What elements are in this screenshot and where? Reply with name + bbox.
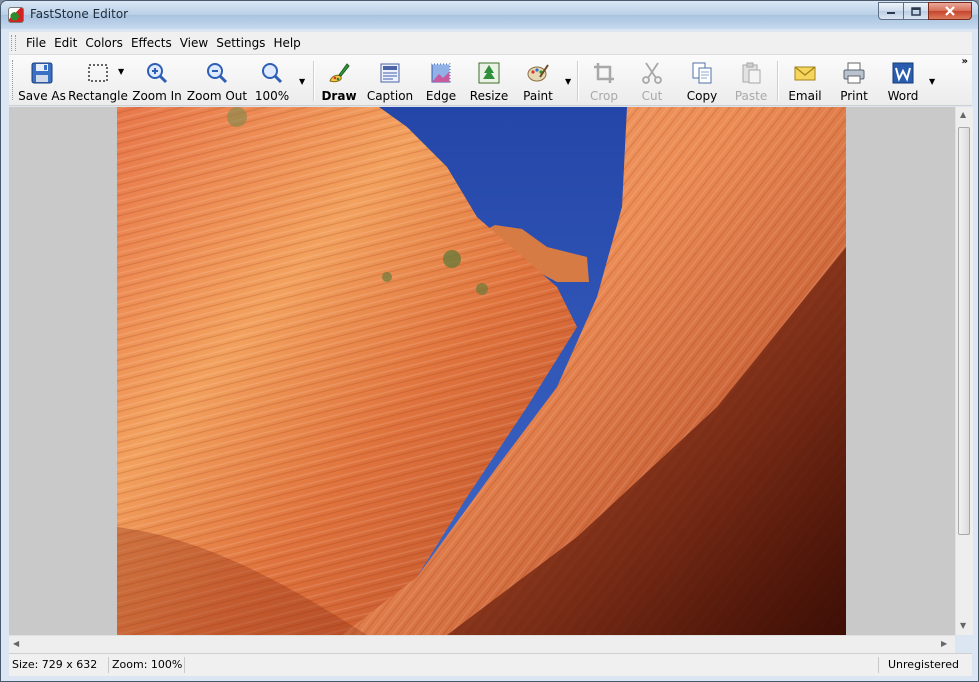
paste-label: Paste [734, 89, 768, 103]
title-bar: FastStone Editor [1, 1, 978, 29]
toolbar-grip[interactable] [12, 60, 16, 100]
caption-label: Caption [366, 89, 414, 103]
status-image-size: Size: 729 x 632 [9, 657, 109, 673]
image-canvas[interactable] [9, 107, 955, 635]
copy-button[interactable]: Copy [685, 55, 719, 105]
minimize-icon [887, 12, 895, 14]
copy-label: Copy [686, 89, 718, 103]
rectangle-select-icon [88, 64, 108, 82]
save-icon [31, 62, 53, 84]
cut-label: Cut [641, 89, 663, 103]
paste-icon [742, 62, 761, 84]
rectangle-label: Rectangle [68, 89, 128, 103]
crop-button[interactable]: Crop [587, 55, 621, 105]
vertical-scrollbar[interactable]: ▲ ▼ [955, 107, 973, 635]
print-icon [843, 62, 865, 84]
horizontal-scrollbar[interactable]: ◀ ▶ [9, 635, 955, 653]
word-icon [892, 62, 914, 84]
zoom-in-button[interactable]: Zoom In [132, 55, 182, 105]
toolbar-separator [577, 61, 579, 101]
maximize-icon [911, 6, 921, 16]
print-label: Print [840, 89, 868, 103]
close-button[interactable] [928, 2, 972, 20]
menu-bar: File Edit Colors Effects View Settings H… [9, 32, 972, 55]
caption-icon [380, 63, 400, 83]
close-icon [945, 6, 955, 16]
scroll-left-arrow[interactable]: ◀ [13, 639, 19, 648]
menu-colors[interactable]: Colors [81, 32, 127, 54]
menu-help[interactable]: Help [269, 32, 304, 54]
toolbar-overflow-button[interactable]: » [962, 56, 968, 67]
menu-view[interactable]: View [176, 32, 212, 54]
crop-label: Crop [589, 89, 618, 103]
menu-edit[interactable]: Edit [50, 32, 81, 54]
menu-file[interactable]: File [22, 32, 50, 54]
zoom-out-icon [207, 63, 228, 84]
menu-effects[interactable]: Effects [127, 32, 176, 54]
menu-grip[interactable] [11, 35, 16, 51]
rectangle-button[interactable]: Rectangle [68, 55, 128, 105]
app-icon[interactable] [8, 7, 24, 23]
edge-label: Edge [425, 89, 457, 103]
zoom-in-icon [147, 63, 168, 84]
scroll-right-arrow[interactable]: ▶ [941, 639, 947, 648]
toolbar: Save As Rectangle ▼ Zoom In Zoom Out 100… [9, 55, 972, 106]
window-title: FastStone Editor [30, 7, 129, 21]
email-label: Email [788, 89, 822, 103]
maximize-button[interactable] [903, 2, 929, 20]
resize-icon [478, 62, 500, 84]
zoom-out-label: Zoom Out [186, 89, 248, 103]
zoom-level-button[interactable]: 100% [255, 55, 289, 105]
status-registration: Unregistered [888, 658, 959, 671]
canyon-photo[interactable] [117, 107, 846, 635]
app-window: FastStone Editor File Edit Colors Effect… [0, 0, 979, 682]
zoom-icon [262, 63, 283, 84]
toolbar-separator [313, 61, 315, 101]
paint-icon [527, 64, 549, 82]
status-empty-panel [185, 657, 879, 673]
save-as-button[interactable]: Save As [18, 55, 66, 105]
zoom-in-label: Zoom In [132, 89, 182, 103]
status-bar: Size: 729 x 632 Zoom: 100% Unregistered [9, 653, 972, 676]
status-zoom: Zoom: 100% [109, 657, 185, 673]
paint-button[interactable]: Paint [521, 55, 555, 105]
cut-icon [642, 62, 662, 84]
word-label: Word [887, 89, 919, 103]
scroll-up-arrow[interactable]: ▲ [960, 110, 966, 119]
copy-icon [692, 62, 712, 84]
email-button[interactable]: Email [787, 55, 823, 105]
scroll-down-arrow[interactable]: ▼ [960, 621, 966, 630]
caption-button[interactable]: Caption [365, 55, 415, 105]
edge-icon [431, 63, 451, 83]
word-dropdown[interactable]: ▼ [929, 77, 935, 86]
resize-button[interactable]: Resize [469, 55, 509, 105]
rectangle-dropdown[interactable]: ▼ [118, 67, 124, 76]
draw-icon [329, 63, 350, 83]
cut-button[interactable]: Cut [637, 55, 667, 105]
toolbar-separator [777, 61, 779, 101]
draw-label: Draw [321, 89, 357, 103]
print-button[interactable]: Print [839, 55, 869, 105]
menu-settings[interactable]: Settings [212, 32, 269, 54]
paint-label: Paint [523, 89, 553, 103]
save-as-label: Save As [18, 89, 66, 103]
edge-button[interactable]: Edge [423, 55, 459, 105]
vertical-scroll-thumb[interactable] [958, 127, 970, 535]
minimize-button[interactable] [878, 2, 904, 20]
paint-dropdown[interactable]: ▼ [565, 77, 571, 86]
email-icon [794, 66, 816, 81]
zoom-level-label: 100% [254, 89, 290, 103]
draw-button[interactable]: Draw [321, 55, 357, 105]
word-button[interactable]: Word [887, 55, 919, 105]
zoom-out-button[interactable]: Zoom Out [187, 55, 247, 105]
crop-icon [594, 63, 614, 83]
resize-label: Resize [469, 89, 509, 103]
zoom-level-dropdown[interactable]: ▼ [299, 77, 305, 86]
paste-button[interactable]: Paste [735, 55, 767, 105]
